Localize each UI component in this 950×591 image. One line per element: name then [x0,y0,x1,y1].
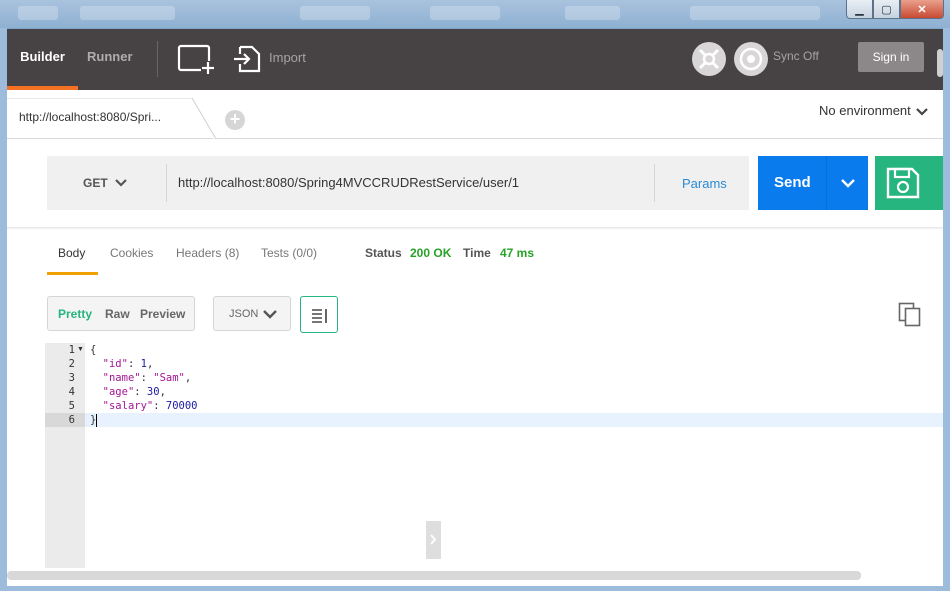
language-label[interactable]: JSON [229,308,258,320]
line-number: 1 [68,344,75,356]
titlebar-blur-text [690,6,820,20]
request-tab-label[interactable]: http://localhost:8080/Spri... [19,110,161,124]
code-line: "id": 1, [102,358,154,370]
window-close-button[interactable]: ✕ [900,0,944,19]
app-header: Builder Runner Import Sync Off Sign in [7,29,943,90]
new-window-icon[interactable] [177,43,217,75]
interceptor-icon[interactable] [692,42,726,76]
request-tab-bar: http://localhost:8080/Spri... + No envir… [7,90,943,140]
url-input[interactable]: http://localhost:8080/Spring4MVCCRUDRest… [178,175,519,190]
window-border-bottom [0,586,950,591]
window-titlebar[interactable]: ▁ ▢ ✕ [0,0,950,28]
status-value: 200 OK [410,246,452,260]
pretty-button[interactable]: Pretty [58,307,92,321]
language-selector[interactable]: JSON [213,296,291,331]
params-button[interactable]: Params [682,176,727,191]
line-number: 6 [68,414,75,426]
header-scrollbar[interactable] [937,49,943,77]
code-line: "name": "Sam", [102,372,192,384]
tab-builder[interactable]: Builder [7,29,78,90]
active-line-highlight [85,413,943,427]
sync-status-label: Sync Off [773,49,819,63]
send-label[interactable]: Send [774,174,811,191]
environment-selector[interactable]: No environment [819,103,911,118]
url-bar: GET http://localhost:8080/Spring4MVCCRUD… [47,156,749,210]
titlebar-blur-text [565,6,620,20]
import-label[interactable]: Import [269,50,306,65]
raw-button[interactable]: Raw [105,307,130,321]
postman-app: Builder Runner Import Sync Off Sign in h… [7,29,943,586]
add-tab-button[interactable]: + [225,110,245,130]
titlebar-blur-text [300,6,370,20]
format-mode-group: Pretty Raw Preview [47,296,195,331]
time-value: 47 ms [500,246,535,260]
save-icon[interactable] [885,166,921,200]
titlebar-blur-text [430,6,500,20]
tab-tests[interactable]: Tests (0/0) [261,246,317,260]
code-line: "age": 30, [102,386,166,398]
titlebar-blur-text [80,6,175,20]
chevron-down-icon[interactable] [840,178,856,189]
code-line: "salary": 70000 [102,400,198,412]
tab-runner[interactable]: Runner [87,29,137,90]
collapse-handle[interactable] [426,521,441,559]
sync-icon[interactable] [734,42,768,76]
chevron-down-icon[interactable] [262,309,278,320]
window-maximize-button[interactable]: ▢ [873,0,900,19]
code-line: } [90,413,98,427]
method-selector[interactable]: GET [83,176,108,190]
tab-cookies[interactable]: Cookies [110,246,153,260]
time-label: Time [463,246,491,260]
line-number: 2 [68,358,75,370]
line-number: 4 [68,386,75,398]
fold-toggle-icon[interactable]: ▼ [77,346,84,353]
header-divider [157,41,158,77]
save-button[interactable] [875,156,943,210]
preview-button[interactable]: Preview [140,307,185,321]
send-divider [826,156,827,210]
chevron-right-icon[interactable] [430,534,437,545]
tab-body[interactable]: Body [58,246,85,260]
section-divider [7,227,943,230]
chevron-down-icon[interactable] [114,178,128,188]
horizontal-scrollbar[interactable] [7,571,861,580]
url-divider [166,164,167,202]
line-number: 5 [68,400,75,412]
chevron-down-icon[interactable] [915,107,929,117]
sign-in-button[interactable]: Sign in [858,42,924,72]
text-cursor [96,413,98,427]
window-border-right [943,28,950,591]
url-divider [654,164,655,202]
window-minimize-button[interactable]: ▁ [846,0,873,19]
copy-icon[interactable] [898,302,922,328]
line-number: 3 [68,372,75,384]
titlebar-blur-icon [18,6,58,20]
wrap-lines-icon[interactable] [311,308,329,324]
window-border-left [0,28,7,591]
status-label: Status [365,246,402,260]
active-tab-indicator [47,272,98,275]
send-button[interactable]: Send [758,156,868,210]
wrap-lines-button[interactable] [300,296,338,333]
import-icon[interactable] [232,43,262,75]
tab-headers[interactable]: Headers (8) [176,246,239,260]
code-line: { [90,344,97,356]
